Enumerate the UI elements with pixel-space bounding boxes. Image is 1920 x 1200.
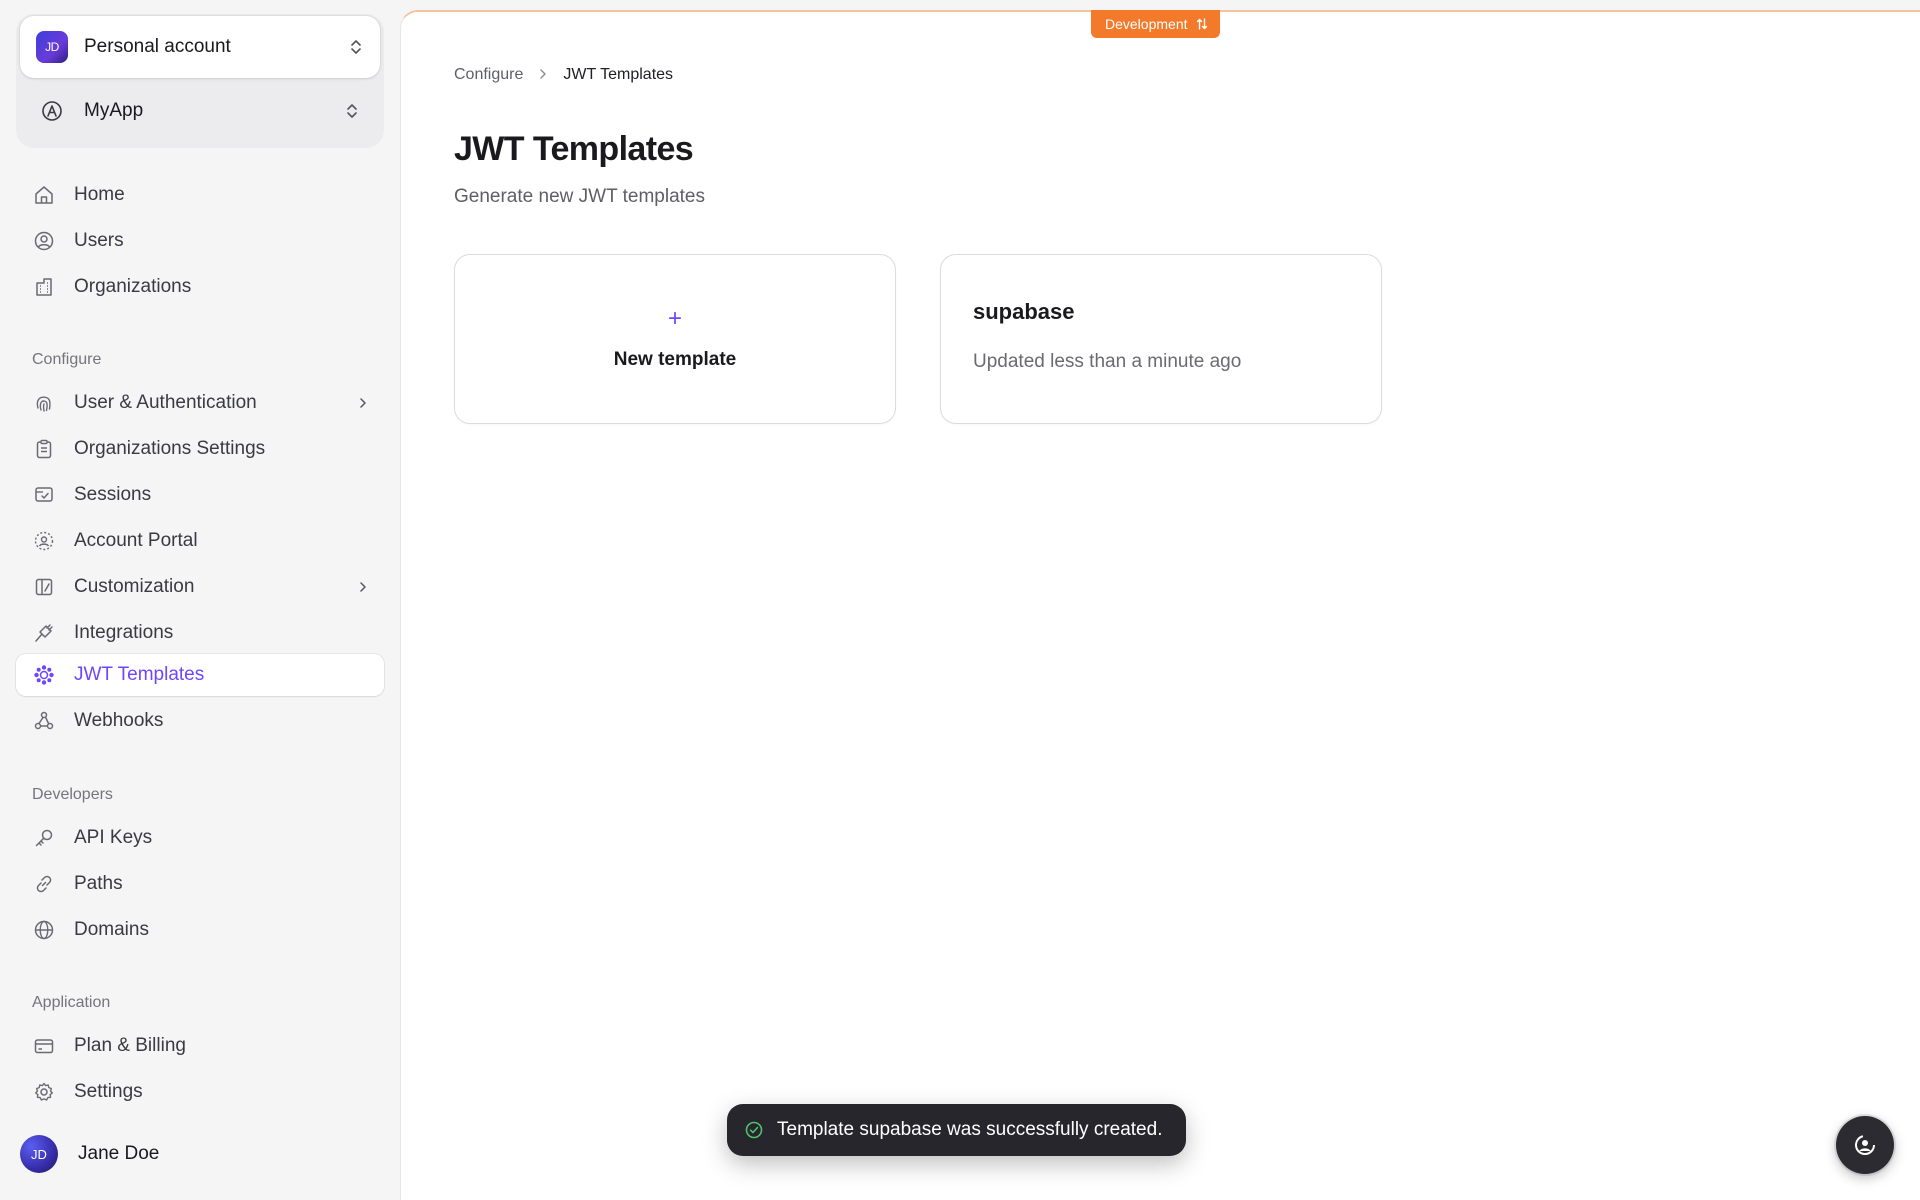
sidebar-item-label: Organizations (74, 276, 192, 297)
environment-badge[interactable]: Development (1091, 10, 1220, 38)
support-icon (1852, 1132, 1878, 1158)
session-icon (32, 483, 56, 507)
sidebar-item-label: Integrations (74, 622, 174, 643)
sidebar-item-label: Domains (74, 919, 149, 940)
new-template-label: New template (613, 349, 737, 370)
webhook-icon (32, 709, 56, 733)
account-name: Personal account (84, 36, 231, 57)
user-name: Jane Doe (78, 1143, 160, 1164)
account-avatar: JD (36, 31, 68, 63)
chevron-right-icon (358, 396, 368, 410)
portal-icon (32, 529, 56, 553)
home-icon (32, 183, 56, 207)
building-icon (32, 275, 56, 299)
sidebar-item-label: Sessions (74, 484, 152, 505)
sidebar-item-plan-billing[interactable]: Plan & Billing (16, 1025, 384, 1067)
environment-label: Development (1105, 16, 1188, 32)
sidebar-item-label: Organizations Settings (74, 438, 266, 459)
sidebar-item-integrations[interactable]: Integrations (16, 612, 384, 654)
app-name: MyApp (84, 100, 144, 121)
workspace-switcher: JD Personal account MyApp (16, 14, 384, 148)
sidebar-item-label: Plan & Billing (74, 1035, 186, 1056)
user-menu-button[interactable]: JD Jane Doe (20, 1134, 159, 1174)
link-icon (32, 872, 56, 896)
sidebar-item-users[interactable]: Users (16, 220, 384, 262)
jwt-icon (32, 663, 56, 687)
plus-icon: + (667, 305, 682, 332)
section-title-developers: Developers (32, 786, 113, 803)
breadcrumb: Configure JWT Templates (454, 66, 673, 84)
key-icon (32, 826, 56, 850)
page-subtitle: Generate new JWT templates (454, 186, 705, 207)
sidebar-item-label: JWT Templates (74, 664, 205, 685)
section-title-application: Application (32, 994, 111, 1011)
sidebar-item-organizations-settings[interactable]: Organizations Settings (16, 428, 384, 470)
sidebar-item-account-portal[interactable]: Account Portal (16, 520, 384, 562)
sidebar-item-api-keys[interactable]: API Keys (16, 817, 384, 859)
sidebar-item-label: Webhooks (74, 710, 164, 731)
chevron-right-icon (358, 580, 368, 594)
sidebar-item-label: Paths (74, 873, 123, 894)
section-title-configure: Configure (32, 351, 102, 368)
template-updated-time: Updated less than a minute ago (973, 351, 1242, 372)
clipboard-icon (32, 437, 56, 461)
account-switcher-button[interactable]: JD Personal account (20, 16, 380, 78)
sidebar-item-home[interactable]: Home (16, 174, 384, 216)
sidebar-item-webhooks[interactable]: Webhooks (16, 700, 384, 742)
breadcrumb-configure-link[interactable]: Configure (454, 66, 523, 84)
breadcrumb-current: JWT Templates (563, 66, 674, 83)
sidebar-item-user-authentication[interactable]: User & Authentication (16, 382, 384, 424)
check-circle-icon (745, 1121, 763, 1139)
help-chat-button[interactable] (1836, 1116, 1894, 1174)
sidebar-item-label: Customization (74, 576, 195, 597)
chevron-up-down-icon (344, 100, 360, 122)
sidebar-item-paths[interactable]: Paths (16, 863, 384, 905)
chevron-right-icon (539, 67, 547, 83)
sidebar-item-organizations[interactable]: Organizations (16, 266, 384, 308)
page-title: JWT Templates (454, 130, 694, 168)
main-panel: Development Configure JWT Templates JWT … (400, 10, 1920, 1200)
sidebar-item-sessions[interactable]: Sessions (16, 474, 384, 516)
plug-icon (32, 621, 56, 645)
sidebar-item-label: Account Portal (74, 530, 198, 551)
template-name: supabase (973, 299, 1075, 324)
sidebar-item-settings[interactable]: Settings (16, 1071, 384, 1113)
new-template-card[interactable]: + New template (454, 254, 896, 424)
sidebar-item-label: Settings (74, 1081, 143, 1102)
card-icon (32, 1034, 56, 1058)
fingerprint-icon (32, 391, 56, 415)
sidebar-item-customization[interactable]: Customization (16, 566, 384, 608)
avatar: JD (20, 1135, 58, 1173)
customize-icon (32, 575, 56, 599)
sidebar-item-label: Users (74, 230, 124, 251)
success-toast: Template supabase was successfully creat… (727, 1104, 1187, 1156)
sidebar-item-label: API Keys (74, 827, 153, 848)
app-switcher-button[interactable]: MyApp (20, 80, 380, 142)
sidebar-item-label: User & Authentication (74, 392, 257, 413)
gear-icon (32, 1080, 56, 1104)
template-card-supabase[interactable]: supabase Updated less than a minute ago (940, 254, 1382, 424)
sidebar-item-label: Home (74, 184, 125, 205)
user-circle-icon (32, 229, 56, 253)
sidebar-item-domains[interactable]: Domains (16, 909, 384, 951)
app-logo-icon (40, 99, 64, 123)
toast-message: Template supabase was successfully creat… (777, 1119, 1163, 1140)
swap-icon (1196, 17, 1208, 31)
chevron-up-down-icon (348, 36, 364, 58)
sidebar: JD Personal account MyApp Home Users Org… (0, 0, 400, 1200)
sidebar-item-jwt-templates[interactable]: JWT Templates (16, 654, 384, 696)
globe-icon (32, 918, 56, 942)
